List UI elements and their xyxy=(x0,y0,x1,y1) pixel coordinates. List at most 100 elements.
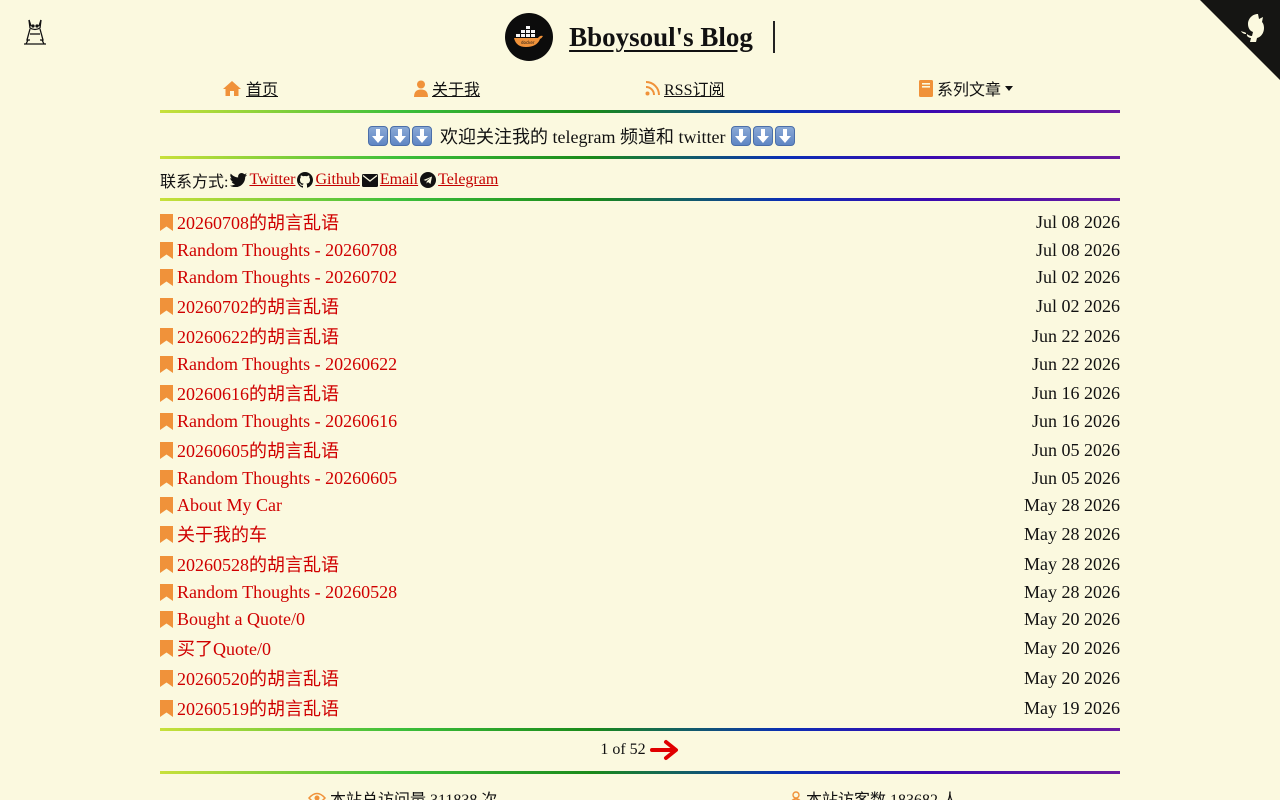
post-title-link[interactable]: 20260528的胡言乱语 xyxy=(177,551,339,577)
post-row[interactable]: Random Thoughts - 20260702 Jul 02 2026 xyxy=(160,266,1120,288)
bookmark-icon xyxy=(160,268,173,286)
post-date: Jun 22 2026 xyxy=(1031,353,1120,374)
post-row[interactable]: About My Car May 28 2026 xyxy=(160,494,1120,516)
down-arrows-left xyxy=(368,126,434,146)
post-row[interactable]: Bought a Quote/0 May 20 2026 xyxy=(160,608,1120,630)
nav-series-dropdown[interactable]: 系列文章 xyxy=(919,76,1014,100)
post-title-link[interactable]: Bought a Quote/0 xyxy=(177,609,305,630)
bookmark-icon xyxy=(160,384,173,402)
down-arrow-icon xyxy=(731,126,752,146)
total-visitors-text: 本站访客数 183682 人 xyxy=(806,786,958,800)
post-date: May 28 2026 xyxy=(1024,581,1120,602)
post-date: Jul 08 2026 xyxy=(1035,211,1120,232)
github-link[interactable]: Github xyxy=(297,171,360,189)
site-header: docker Bboysoul's Blog xyxy=(160,12,1120,62)
user-outline-icon xyxy=(791,791,801,800)
post-title-link[interactable]: 关于我的车 xyxy=(177,521,267,547)
post-date: Jun 05 2026 xyxy=(1031,467,1120,488)
next-page-arrow-icon[interactable] xyxy=(649,739,680,761)
post-row[interactable]: 20260605的胡言乱语 Jun 05 2026 xyxy=(160,439,1120,461)
twitter-link[interactable]: Twitter xyxy=(230,171,295,189)
post-title-link[interactable]: 20260519的胡言乱语 xyxy=(177,695,339,721)
bookmark-icon xyxy=(160,469,173,487)
email-link[interactable]: Email xyxy=(361,171,419,189)
book-icon xyxy=(919,79,933,97)
bookmark-icon xyxy=(160,297,173,315)
post-title-link[interactable]: 20260622的胡言乱语 xyxy=(177,323,339,349)
post-row[interactable]: Random Thoughts - 20260622 Jun 22 2026 xyxy=(160,353,1120,375)
post-title-link[interactable]: Random Thoughts - 20260528 xyxy=(177,582,397,603)
nav-home-label: 首页 xyxy=(246,82,279,99)
post-title-link[interactable]: 20260708的胡言乱语 xyxy=(177,209,339,235)
post-title-link[interactable]: About My Car xyxy=(177,495,282,516)
post-date: Jun 16 2026 xyxy=(1031,382,1120,403)
post-row[interactable]: 20260528的胡言乱语 May 28 2026 xyxy=(160,553,1120,575)
divider xyxy=(160,156,1120,159)
post-title-link[interactable]: Random Thoughts - 20260616 xyxy=(177,411,397,432)
docker-whale-icon: docker xyxy=(514,26,544,47)
twitter-label: Twitter xyxy=(249,171,296,188)
bookmark-icon xyxy=(160,610,173,628)
telegram-link[interactable]: Telegram xyxy=(420,171,498,189)
post-row[interactable]: Random Thoughts - 20260616 Jun 16 2026 xyxy=(160,410,1120,432)
post-row[interactable]: Random Thoughts - 20260528 May 28 2026 xyxy=(160,581,1120,603)
email-label: Email xyxy=(379,171,419,188)
bookmark-icon xyxy=(160,213,173,231)
nav-about[interactable]: 关于我 xyxy=(414,76,480,100)
post-title-link[interactable]: Random Thoughts - 20260702 xyxy=(177,267,397,288)
post-title-link[interactable]: 买了Quote/0 xyxy=(177,635,271,661)
post-date: Jul 08 2026 xyxy=(1035,239,1120,260)
post-row[interactable]: 20260616的胡言乱语 Jun 16 2026 xyxy=(160,382,1120,404)
announcement-text: 欢迎关注我的 telegram 频道和 twitter xyxy=(440,127,726,147)
down-arrow-icon xyxy=(753,126,774,146)
post-title-link[interactable]: Random Thoughts - 20260605 xyxy=(177,468,397,489)
total-visits-text: 本站总访问量 311838 次 xyxy=(330,786,497,800)
post-row[interactable]: Random Thoughts - 20260605 Jun 05 2026 xyxy=(160,467,1120,489)
post-title-link[interactable]: 20260702的胡言乱语 xyxy=(177,293,339,319)
post-title-link[interactable]: 20260616的胡言乱语 xyxy=(177,380,339,406)
down-arrow-icon xyxy=(390,126,410,146)
main-nav: 首页 关于我 RSS订阅 系列文章 xyxy=(160,76,1120,102)
page-indicator: 1 of 52 xyxy=(600,741,646,758)
post-title-link[interactable]: 20260520的胡言乱语 xyxy=(177,665,339,691)
telegram-label: Telegram xyxy=(438,171,499,188)
post-row[interactable]: 关于我的车 May 28 2026 xyxy=(160,523,1120,545)
post-row[interactable]: 20260708的胡言乱语 Jul 08 2026 xyxy=(160,211,1120,233)
contact-label: 联系方式: xyxy=(160,174,229,191)
footer-stats: 本站总访问量 311838 次 本站访客数 183682 人 xyxy=(160,786,1120,800)
post-row[interactable]: Random Thoughts - 20260708 Jul 08 2026 xyxy=(160,239,1120,261)
bookmark-icon xyxy=(160,583,173,601)
post-row[interactable]: 20260519的胡言乱语 May 19 2026 xyxy=(160,697,1120,719)
github-corner-icon[interactable] xyxy=(1200,0,1280,80)
site-title[interactable]: Bboysoul's Blog xyxy=(569,22,753,53)
divider xyxy=(160,198,1120,201)
post-date: Jun 05 2026 xyxy=(1031,439,1120,460)
post-title-link[interactable]: 20260605的胡言乱语 xyxy=(177,437,339,463)
post-row[interactable]: 20260702的胡言乱语 Jul 02 2026 xyxy=(160,295,1120,317)
announcement-banner: 欢迎关注我的 telegram 频道和 twitter xyxy=(368,124,797,148)
post-date: May 20 2026 xyxy=(1024,608,1120,629)
rss-icon xyxy=(645,80,660,95)
post-title-link[interactable]: Random Thoughts - 20260708 xyxy=(177,240,397,261)
bookmark-icon xyxy=(160,555,173,573)
nav-rss-label: RSS订阅 xyxy=(664,82,725,99)
nav-home[interactable]: 首页 xyxy=(222,76,278,100)
post-date: May 19 2026 xyxy=(1024,697,1120,718)
post-date: Jun 22 2026 xyxy=(1031,325,1120,346)
post-title-link[interactable]: Random Thoughts - 20260622 xyxy=(177,354,397,375)
bookmark-icon xyxy=(160,525,173,543)
user-icon xyxy=(414,80,428,97)
logo-text: docker xyxy=(521,40,535,45)
post-row[interactable]: 20260520的胡言乱语 May 20 2026 xyxy=(160,667,1120,689)
post-row[interactable]: 买了Quote/0 May 20 2026 xyxy=(160,637,1120,659)
site-logo[interactable]: docker xyxy=(505,13,554,61)
home-icon xyxy=(223,80,241,96)
bookmark-icon xyxy=(160,241,173,259)
nav-rss[interactable]: RSS订阅 xyxy=(645,76,724,100)
eye-icon xyxy=(308,792,326,800)
bookmark-icon xyxy=(160,355,173,373)
total-visitors: 本站访客数 183682 人 xyxy=(790,786,958,800)
divider xyxy=(160,110,1120,113)
nav-about-label: 关于我 xyxy=(432,82,481,99)
post-row[interactable]: 20260622的胡言乱语 Jun 22 2026 xyxy=(160,325,1120,347)
